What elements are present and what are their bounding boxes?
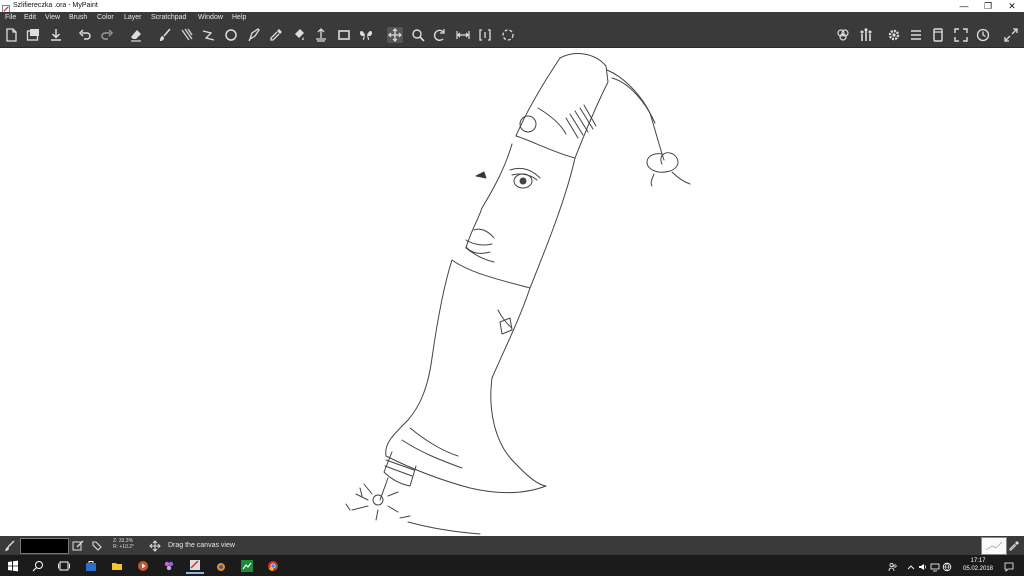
layer-move-icon[interactable] bbox=[313, 27, 329, 43]
system-clock[interactable]: 17:17 05.02.2018 bbox=[958, 557, 998, 573]
task-view-icon[interactable] bbox=[55, 557, 73, 574]
edit-brush-icon[interactable] bbox=[72, 539, 84, 551]
layers-icon[interactable] bbox=[908, 27, 924, 43]
ellipse-tool-icon[interactable] bbox=[223, 27, 239, 43]
menu-view[interactable]: View bbox=[45, 12, 60, 24]
volume-icon[interactable] bbox=[918, 559, 928, 571]
mypaint-app-icon bbox=[2, 1, 11, 14]
drawing-canvas[interactable] bbox=[0, 48, 1024, 536]
save-icon[interactable] bbox=[25, 27, 41, 43]
pan-mode-icon bbox=[149, 539, 161, 552]
mypaint-icon[interactable] bbox=[186, 557, 204, 574]
line-tool-icon[interactable] bbox=[201, 27, 217, 43]
clock-date: 05.02.2018 bbox=[962, 566, 994, 572]
restore-button[interactable]: ❐ bbox=[976, 0, 1000, 12]
mirror-icon[interactable] bbox=[455, 27, 471, 43]
expand-icon[interactable] bbox=[1003, 27, 1019, 43]
menu-layer[interactable]: Layer bbox=[124, 12, 142, 24]
clock-time: 17:17 bbox=[970, 558, 986, 564]
symmetry-icon[interactable] bbox=[358, 27, 374, 43]
brush-settings-icon[interactable] bbox=[91, 539, 103, 551]
menu-brush[interactable]: Brush bbox=[69, 12, 87, 24]
minimize-button[interactable]: — bbox=[952, 0, 976, 12]
menu-window[interactable]: Window bbox=[198, 12, 223, 24]
fit-icon[interactable] bbox=[477, 27, 493, 43]
menu-bar: File Edit View Brush Color Layer Scratch… bbox=[0, 12, 1024, 24]
fullscreen-icon[interactable] bbox=[953, 27, 969, 43]
status-bar: Z: 33.3% R: +10.2° Drag the canvas view bbox=[0, 536, 1024, 555]
frame-icon[interactable] bbox=[336, 27, 352, 43]
reset-view-icon[interactable] bbox=[500, 27, 516, 43]
menu-color[interactable]: Color bbox=[97, 12, 114, 24]
blender-icon[interactable] bbox=[212, 557, 230, 574]
window-title: Szlifiereczka .ora - MyPaint bbox=[13, 2, 98, 9]
inking-tool-icon[interactable] bbox=[246, 27, 262, 43]
zoom-icon[interactable] bbox=[410, 27, 426, 43]
menu-help[interactable]: Help bbox=[232, 12, 246, 24]
toolbar bbox=[0, 24, 1024, 48]
people-icon[interactable] bbox=[888, 559, 898, 572]
redo-icon[interactable] bbox=[99, 27, 115, 43]
scratchpad-icon[interactable] bbox=[930, 27, 946, 43]
close-button[interactable]: ✕ bbox=[1000, 0, 1024, 12]
title-bar: Szlifiereczka .ora - MyPaint — ❐ ✕ bbox=[0, 0, 1024, 14]
color-sampler-icon[interactable] bbox=[1008, 539, 1020, 551]
brush-presets-icon[interactable] bbox=[858, 27, 874, 43]
multi-brush-icon[interactable] bbox=[179, 27, 195, 43]
media-player-icon[interactable] bbox=[134, 557, 152, 574]
paint-app-icon[interactable] bbox=[160, 557, 178, 574]
settings-icon[interactable] bbox=[886, 27, 902, 43]
sketch-drawing bbox=[345, 53, 691, 535]
color-palette-icon[interactable] bbox=[835, 27, 851, 43]
canvas-preview[interactable] bbox=[981, 537, 1007, 555]
show-hidden-icons-icon[interactable] bbox=[906, 559, 916, 571]
pan-icon[interactable] bbox=[387, 27, 403, 43]
undo-icon[interactable] bbox=[77, 27, 93, 43]
color-picker-icon[interactable] bbox=[268, 27, 284, 43]
eraser-icon[interactable] bbox=[128, 27, 144, 43]
start-icon[interactable] bbox=[4, 557, 22, 574]
notifications-icon[interactable] bbox=[1004, 559, 1014, 572]
search-icon[interactable] bbox=[29, 557, 47, 574]
history-icon[interactable] bbox=[975, 27, 991, 43]
menu-scratchpad[interactable]: Scratchpad bbox=[151, 12, 186, 24]
current-color-swatch[interactable] bbox=[20, 538, 69, 554]
os-taskbar: 17:17 05.02.2018 bbox=[0, 555, 1024, 576]
brush-indicator-icon[interactable] bbox=[4, 539, 16, 551]
export-icon[interactable] bbox=[48, 27, 64, 43]
rotation-readout: R: +10.2° bbox=[113, 544, 135, 550]
language-icon[interactable] bbox=[942, 559, 952, 572]
menu-edit[interactable]: Edit bbox=[24, 12, 36, 24]
new-icon[interactable] bbox=[3, 27, 19, 43]
menu-file[interactable]: File bbox=[5, 12, 16, 24]
view-info: Z: 33.3% R: +10.2° bbox=[113, 538, 134, 550]
rotate-icon[interactable] bbox=[432, 27, 448, 43]
status-message: Drag the canvas view bbox=[168, 542, 235, 549]
chrome-icon[interactable] bbox=[264, 557, 282, 574]
brush-icon[interactable] bbox=[157, 27, 173, 43]
steam-icon[interactable] bbox=[238, 557, 256, 574]
fill-icon[interactable] bbox=[291, 27, 307, 43]
network-icon[interactable] bbox=[930, 559, 940, 572]
store-icon[interactable] bbox=[82, 557, 100, 574]
file-explorer-icon[interactable] bbox=[108, 557, 126, 574]
